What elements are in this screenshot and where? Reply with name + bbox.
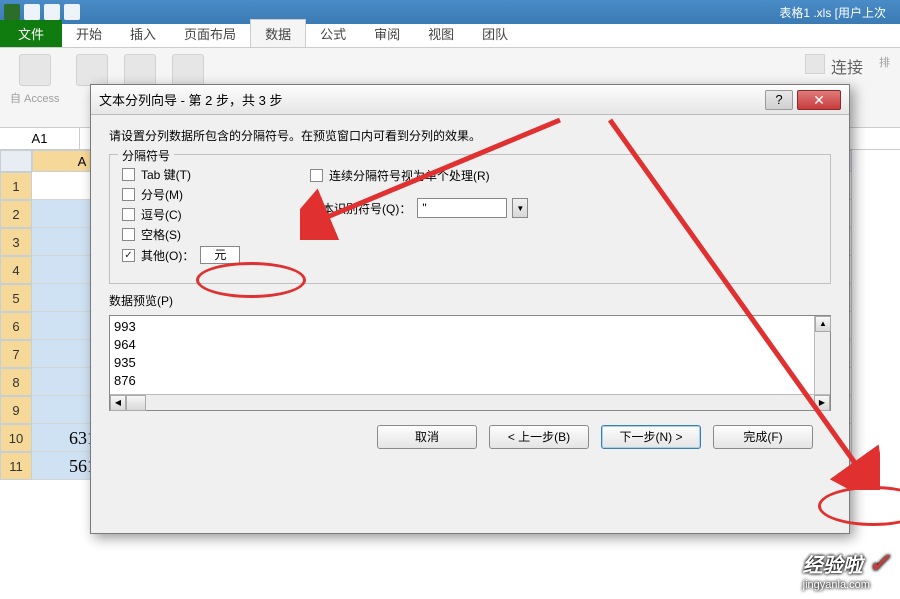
cancel-button[interactable]: 取消 <box>377 425 477 449</box>
help-button[interactable]: ? <box>765 90 793 110</box>
text-to-columns-dialog: 文本分列向导 - 第 2 步，共 3 步 ? ✕ 请设置分列数据所包含的分隔符号… <box>90 84 850 534</box>
ribbon-group-sort[interactable]: 排 <box>879 54 890 121</box>
tab-layout[interactable]: 页面布局 <box>170 20 250 47</box>
comma-checkbox[interactable] <box>122 208 135 221</box>
row-header[interactable]: 5 <box>0 284 32 312</box>
space-checkbox[interactable] <box>122 228 135 241</box>
row-header[interactable]: 8 <box>0 368 32 396</box>
check-icon: ✓ <box>868 548 890 578</box>
finish-button[interactable]: 完成(F) <box>713 425 813 449</box>
tab-checkbox[interactable] <box>122 168 135 181</box>
preview-content: 993 964 935 876 <box>114 318 812 392</box>
tab-view[interactable]: 视图 <box>414 20 468 47</box>
tab-file[interactable]: 文件 <box>0 20 62 47</box>
save-icon[interactable] <box>24 4 40 20</box>
excel-icon <box>4 4 20 20</box>
preview-line: 993 <box>114 318 812 336</box>
preview-line: 935 <box>114 354 812 372</box>
ribbon-group-access[interactable]: 自 Access <box>10 54 60 121</box>
row-header[interactable]: 3 <box>0 228 32 256</box>
tab-formula[interactable]: 公式 <box>306 20 360 47</box>
tab-data[interactable]: 数据 <box>250 19 306 47</box>
semicolon-checkbox[interactable] <box>122 188 135 201</box>
dialog-titlebar[interactable]: 文本分列向导 - 第 2 步，共 3 步 ? ✕ <box>91 85 849 115</box>
chevron-down-icon[interactable]: ▼ <box>512 198 528 218</box>
ribbon-tabs: 文件 开始 插入 页面布局 数据 公式 审阅 视图 团队 <box>0 24 900 48</box>
dialog-body: 请设置分列数据所包含的分隔符号。在预览窗口内可看到分列的效果。 分隔符号 Tab… <box>91 115 849 461</box>
row-headers: 1 2 3 4 5 6 7 8 9 10 11 <box>0 150 32 480</box>
ribbon-icon <box>172 54 204 86</box>
preview-line: 876 <box>114 372 812 390</box>
sort-label: 排 <box>879 54 890 70</box>
watermark: 经验啦 ✓ jingyanla.com <box>803 548 890 591</box>
dialog-instruction: 请设置分列数据所包含的分隔符号。在预览窗口内可看到分列的效果。 <box>109 127 831 144</box>
other-checkbox[interactable] <box>122 249 135 262</box>
consecutive-checkbox[interactable] <box>310 169 323 182</box>
other-label: 其他(O)： <box>141 247 194 264</box>
undo-icon[interactable] <box>44 4 60 20</box>
from-access-icon <box>19 54 51 86</box>
semicolon-label: 分号(M) <box>141 186 183 203</box>
name-box[interactable]: A1 <box>0 128 80 149</box>
dialog-buttons: 取消 < 上一步(B) 下一步(N) > 完成(F) <box>109 411 831 449</box>
close-button[interactable]: ✕ <box>797 90 841 110</box>
tab-home[interactable]: 开始 <box>62 20 116 47</box>
window-title: 表格1 .xls [用户上次 <box>80 4 896 21</box>
scroll-right-icon[interactable]: ▶ <box>814 395 830 411</box>
scroll-left-icon[interactable]: ◀ <box>110 395 126 411</box>
preview-label: 数据预览(P) <box>109 292 831 309</box>
text-qualifier-label: 文本识别符号(Q)： <box>310 200 411 217</box>
row-header[interactable]: 1 <box>0 172 32 200</box>
back-button[interactable]: < 上一步(B) <box>489 425 589 449</box>
next-button[interactable]: 下一步(N) > <box>601 425 701 449</box>
connections-icon <box>805 54 825 74</box>
delimiters-legend: 分隔符号 <box>118 147 174 164</box>
other-delimiter-input[interactable]: 元 <box>200 246 240 264</box>
scroll-track[interactable] <box>146 395 814 410</box>
ribbon-icon <box>124 54 156 86</box>
tab-label: Tab 键(T) <box>141 166 191 183</box>
preview-line: 964 <box>114 336 812 354</box>
tab-team[interactable]: 团队 <box>468 20 522 47</box>
dialog-title: 文本分列向导 - 第 2 步，共 3 步 <box>99 90 765 109</box>
select-all[interactable] <box>0 150 32 172</box>
comma-label: 逗号(C) <box>141 206 182 223</box>
row-header[interactable]: 2 <box>0 200 32 228</box>
delimiters-fieldset: 分隔符号 Tab 键(T) 分号(M) 逗号(C) 空格(S) 其他(O)： 元… <box>109 154 831 284</box>
horizontal-scrollbar[interactable]: ◀ ▶ <box>110 394 830 410</box>
data-preview: 993 964 935 876 ▲ ◀ ▶ <box>109 315 831 411</box>
tab-review[interactable]: 审阅 <box>360 20 414 47</box>
consecutive-label: 连续分隔符号视为单个处理(R) <box>329 167 490 184</box>
row-header[interactable]: 7 <box>0 340 32 368</box>
row-header[interactable]: 4 <box>0 256 32 284</box>
redo-icon[interactable] <box>64 4 80 20</box>
scroll-up-icon[interactable]: ▲ <box>815 316 831 332</box>
quick-access-toolbar <box>4 4 80 20</box>
tab-insert[interactable]: 插入 <box>116 20 170 47</box>
text-qualifier-value: " <box>422 201 426 215</box>
watermark-brand: 经验啦 <box>803 555 863 577</box>
row-header[interactable]: 6 <box>0 312 32 340</box>
ribbon-icon <box>76 54 108 86</box>
watermark-url: jingyanla.com <box>803 579 890 591</box>
scroll-thumb[interactable] <box>126 395 146 411</box>
vertical-scrollbar[interactable]: ▲ <box>814 316 830 394</box>
connections-label: 连接 <box>831 54 863 78</box>
row-header[interactable]: 10 <box>0 424 32 452</box>
row-header[interactable]: 9 <box>0 396 32 424</box>
from-access-label: 自 Access <box>10 90 60 106</box>
text-qualifier-select[interactable]: " <box>417 198 507 218</box>
row-header[interactable]: 11 <box>0 452 32 480</box>
space-label: 空格(S) <box>141 226 181 243</box>
